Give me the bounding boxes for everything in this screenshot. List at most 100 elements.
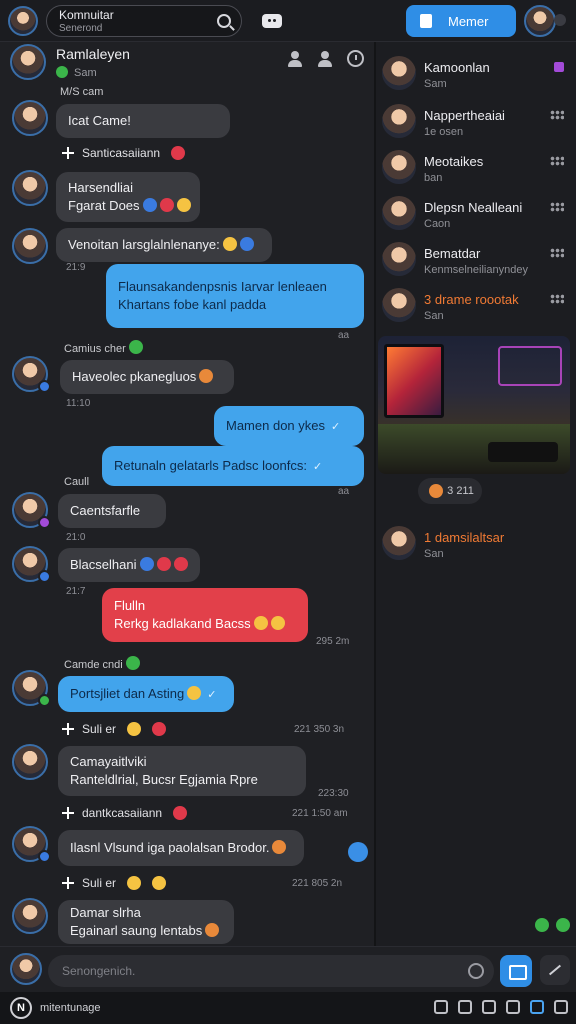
timestamp: 223:30 bbox=[318, 788, 349, 799]
profile-avatar[interactable] bbox=[524, 5, 556, 37]
emoji-icon bbox=[139, 557, 154, 571]
member-status: ban bbox=[424, 172, 443, 184]
settings-icon[interactable] bbox=[434, 1000, 448, 1014]
emoji-icon bbox=[125, 656, 140, 670]
gamepad-icon[interactable] bbox=[482, 1000, 496, 1014]
system-message: dantkcasaiiann bbox=[62, 806, 188, 820]
more-icon[interactable] bbox=[550, 248, 564, 258]
chat-avatar[interactable] bbox=[10, 44, 46, 80]
message-bubble-outgoing[interactable]: Retunaln gelatarls Padsc loonfcs: ✓ bbox=[102, 446, 364, 486]
emoji-icon bbox=[272, 840, 287, 854]
status-icon bbox=[38, 694, 51, 707]
member-avatar bbox=[382, 150, 416, 184]
message-bubble[interactable]: Camayaitlviki Ranteldlrial, Bucsr Egjami… bbox=[58, 746, 306, 796]
message-bubble[interactable]: Icat Came! bbox=[56, 104, 230, 138]
system-message: Santicasaiiann bbox=[62, 146, 186, 160]
search-box[interactable]: Komnuitar Senerond bbox=[46, 4, 242, 37]
member-item[interactable]: 3 drame roootak San bbox=[382, 288, 572, 330]
message-bubble-outgoing[interactable]: Mamen don ykes ✓ bbox=[214, 406, 364, 446]
apps-icon[interactable] bbox=[530, 1000, 544, 1014]
timestamp: aa bbox=[338, 486, 350, 497]
member-name: Dlepsn Nealleani bbox=[424, 200, 523, 215]
emoji-picker-icon[interactable] bbox=[468, 963, 484, 979]
chat-title: Ramlaleyen bbox=[56, 46, 130, 62]
camera-button[interactable] bbox=[500, 955, 532, 987]
grid-icon[interactable] bbox=[506, 1000, 520, 1014]
badge-icon bbox=[554, 62, 564, 72]
read-receipt-icon bbox=[348, 842, 368, 862]
message-bubble-outgoing[interactable]: Flaunsakandenpsnis Iarvar lenleaen Khart… bbox=[106, 264, 364, 328]
game-scene-image[interactable] bbox=[378, 336, 570, 474]
status-bar: N mitentunage bbox=[0, 992, 576, 1024]
timestamp: 21:7 bbox=[66, 586, 86, 597]
timestamp: 221 350 3n bbox=[294, 724, 345, 735]
more-icon[interactable] bbox=[550, 110, 564, 120]
more-icon[interactable] bbox=[550, 294, 564, 304]
message-bubble[interactable]: Damar slrha Egainarl saung lentabs bbox=[58, 900, 234, 944]
member-button[interactable]: Memer bbox=[406, 5, 516, 37]
member-name: Bematdar bbox=[424, 246, 481, 261]
message-bubble[interactable]: Ilasnl Vlsund iga paolalsan Brodor. bbox=[58, 830, 304, 866]
user-avatar[interactable] bbox=[8, 5, 38, 36]
search-icon[interactable] bbox=[217, 13, 231, 28]
member-item[interactable]: Meotaikes ban bbox=[382, 150, 572, 192]
composer-bar: Senongenich. bbox=[0, 946, 576, 992]
member-item[interactable]: Nappertheaiai 1e osen bbox=[382, 104, 572, 146]
sparkle-icon bbox=[62, 877, 74, 889]
sender-avatar[interactable] bbox=[12, 170, 48, 206]
more-icon[interactable] bbox=[550, 202, 564, 212]
message-input[interactable]: Senongenich. bbox=[48, 955, 494, 987]
emoji-icon bbox=[222, 237, 237, 251]
member-item[interactable]: Kamoonlan Sam bbox=[382, 56, 572, 98]
window-icon[interactable] bbox=[554, 1000, 568, 1014]
search-subtitle: Senerond bbox=[59, 22, 103, 34]
emoji-icon bbox=[173, 557, 188, 571]
member-status: 1e osen bbox=[424, 126, 464, 138]
member-item[interactable]: Bematdar Kenmselneilianyndey bbox=[382, 242, 572, 284]
member-button-label: Memer bbox=[448, 13, 489, 29]
image-icon[interactable] bbox=[458, 1000, 472, 1014]
member-status: San bbox=[424, 548, 444, 560]
media-counter[interactable]: 3 211 bbox=[418, 478, 482, 504]
message-bubble[interactable]: Haveolec pkanegluos bbox=[60, 360, 234, 394]
status-icon bbox=[38, 516, 51, 529]
emoji-icon bbox=[127, 876, 142, 890]
door-icon bbox=[420, 14, 432, 28]
message-author: Caull bbox=[64, 476, 90, 488]
sparkle-icon bbox=[62, 807, 74, 819]
message-bubble[interactable]: Harsendliai Fgarat Does bbox=[56, 172, 200, 222]
emoji-icon bbox=[199, 369, 214, 383]
keyboard-graphic bbox=[488, 442, 558, 462]
magic-wand-button[interactable] bbox=[540, 955, 570, 985]
message-bubble[interactable]: Venoitan larsglalnlenanye: bbox=[56, 228, 272, 262]
member-item[interactable]: Dlepsn Nealleani Caon bbox=[382, 196, 572, 238]
sender-avatar[interactable] bbox=[12, 100, 48, 136]
timestamp: 295 2m bbox=[316, 636, 350, 647]
more-icon[interactable] bbox=[550, 156, 564, 166]
status-icons bbox=[434, 1000, 568, 1014]
app-window: Komnuitar Senerond Memer Ramlaleyen Sam … bbox=[0, 0, 576, 1024]
message-bubble[interactable]: Caentsfarfle bbox=[58, 494, 166, 528]
message-bubble[interactable]: Portsjliet dan Asting ✓ bbox=[58, 676, 234, 712]
member-name: 1 damsilaltsar bbox=[424, 530, 505, 545]
add-user-icon[interactable] bbox=[317, 50, 333, 67]
clock-icon[interactable] bbox=[347, 50, 364, 67]
user-icon[interactable] bbox=[287, 50, 303, 67]
monitor-graphic bbox=[384, 344, 444, 418]
emoji-icon bbox=[556, 918, 570, 932]
sender-avatar[interactable] bbox=[12, 744, 48, 780]
sender-avatar[interactable] bbox=[12, 898, 48, 934]
emoji-icon bbox=[128, 340, 143, 354]
sender-avatar[interactable] bbox=[12, 228, 48, 264]
member-item[interactable]: 1 damsilaltsar San bbox=[382, 526, 572, 568]
timestamp: 221 1:50 am bbox=[292, 808, 348, 819]
emoji-icon bbox=[253, 616, 268, 630]
composer-avatar[interactable] bbox=[10, 953, 42, 985]
app-logo[interactable]: N bbox=[10, 997, 32, 1019]
controller-icon[interactable] bbox=[262, 13, 282, 28]
check-icon: ✓ bbox=[312, 460, 323, 473]
close-icon[interactable] bbox=[554, 14, 566, 26]
search-title: Komnuitar bbox=[59, 7, 114, 22]
message-bubble-alert[interactable]: Flulln Rerkg kadlakand Bacss bbox=[102, 588, 308, 642]
message-bubble[interactable]: Blacselhani bbox=[58, 548, 200, 582]
